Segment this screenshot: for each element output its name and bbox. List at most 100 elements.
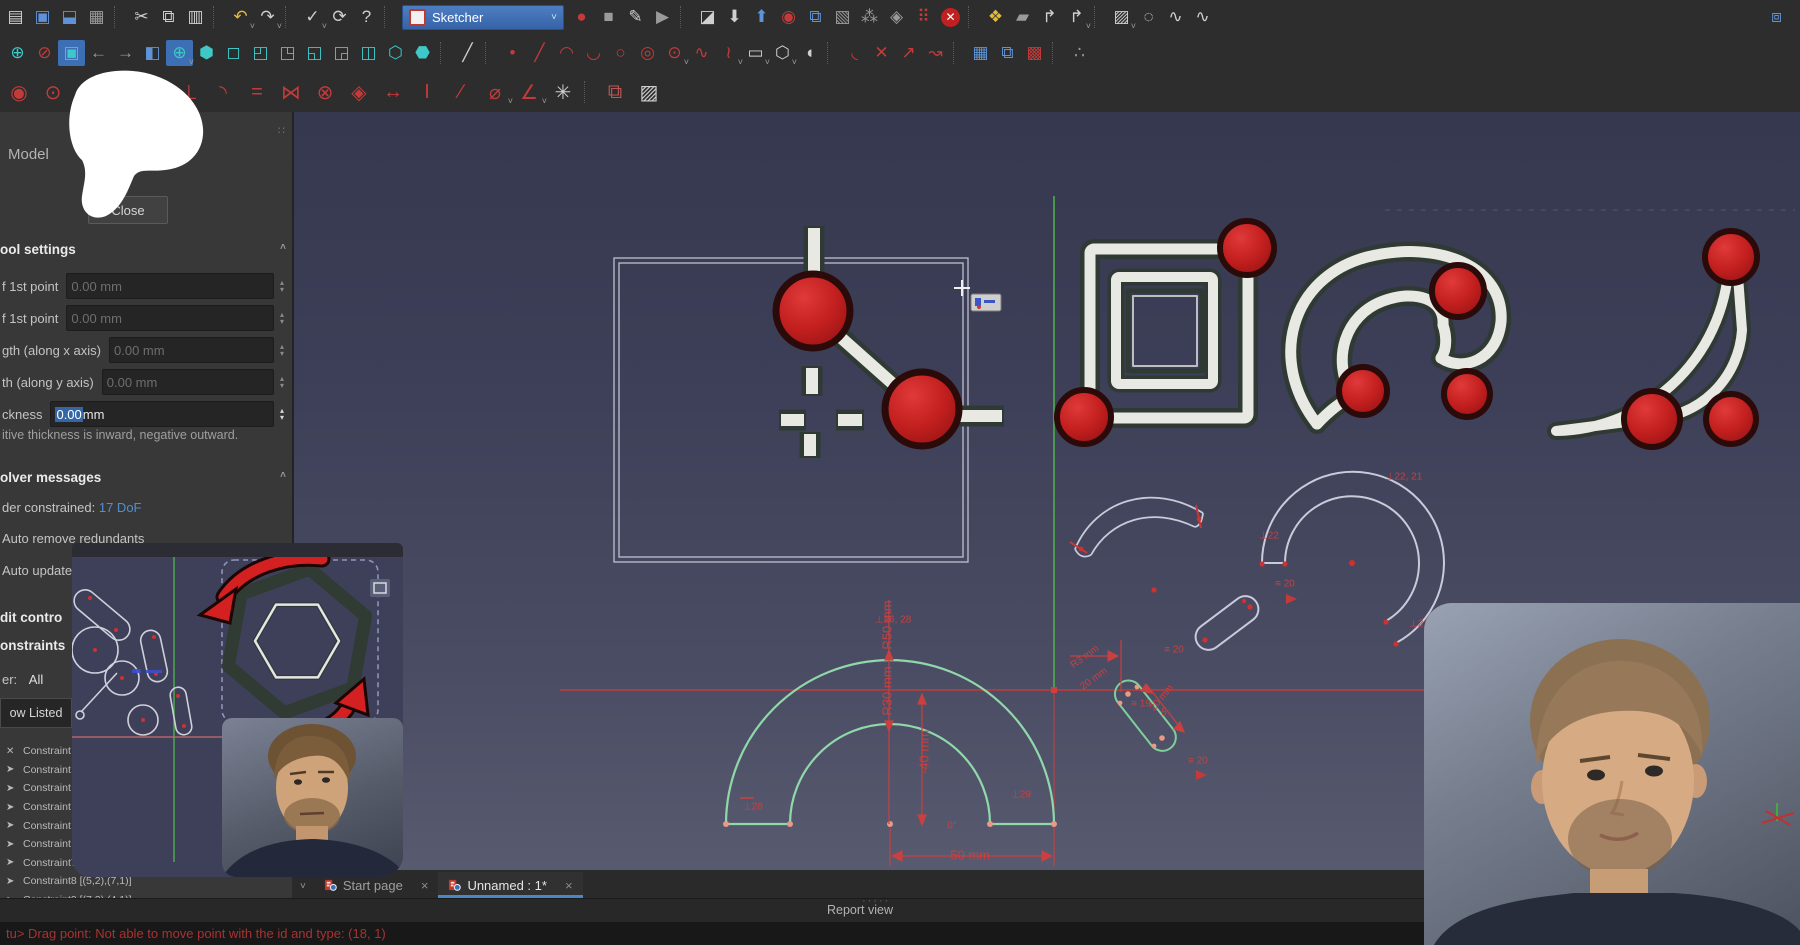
view-bottom-icon[interactable]: ◲ xyxy=(328,40,355,66)
zoom-in-icon[interactable]: ⊕ xyxy=(4,40,31,66)
constraint-equal-icon[interactable]: = xyxy=(240,79,274,105)
toggle-construction-icon[interactable]: ▨ xyxy=(632,79,666,105)
measure-icon[interactable]: ╱ xyxy=(454,40,481,66)
sketch-c-ring[interactable] xyxy=(1262,472,1444,643)
create-line-icon[interactable]: ╱ xyxy=(526,40,553,66)
toggle-driving-icon[interactable]: ⧉ xyxy=(598,79,632,105)
view-rear-icon[interactable]: ◱ xyxy=(301,40,328,66)
macro-record-icon[interactable]: ● xyxy=(568,4,595,30)
section-solver-messages[interactable]: olver messages ˄ xyxy=(0,470,286,485)
external-link-alt-icon[interactable]: ↱ xyxy=(1063,4,1090,30)
constraint-angle-icon[interactable]: ∠ xyxy=(512,79,546,105)
validate-sketch-icon[interactable]: ◉ xyxy=(775,4,802,30)
create-ellipse-icon[interactable]: ⊙ xyxy=(661,40,688,66)
value-input[interactable]: 0.00 mm xyxy=(66,305,274,331)
value-input[interactable]: 0.00 mm xyxy=(109,337,274,363)
cut-icon[interactable]: ✂ xyxy=(128,4,155,30)
fillet-icon[interactable]: ◟ xyxy=(841,40,868,66)
view-right-icon[interactable]: ◳ xyxy=(274,40,301,66)
copy-icon[interactable]: ⧉ xyxy=(155,4,182,30)
new-file-icon[interactable]: ▤ xyxy=(2,4,29,30)
spinner[interactable]: ▴▾ xyxy=(276,279,288,293)
constraint-block-icon[interactable]: ⊗ xyxy=(308,79,342,105)
split-icon[interactable]: ↝ xyxy=(922,40,949,66)
toggle-reference-icon[interactable]: ✳ xyxy=(546,79,580,105)
curve-decrease-icon[interactable]: ∿ xyxy=(1189,4,1216,30)
create-polyline-icon[interactable]: ∿ xyxy=(688,40,715,66)
spinner[interactable]: ▴▾ xyxy=(276,375,288,389)
workbench-selector[interactable]: Sketcher ˅ xyxy=(402,5,564,30)
view-axonometric2-icon[interactable]: ⬣ xyxy=(409,40,436,66)
create-circle-icon[interactable]: ○ xyxy=(607,40,634,66)
auto-update[interactable]: Auto update xyxy=(2,563,72,578)
carbon-copy-icon[interactable]: ⧉ xyxy=(994,40,1021,66)
open-file-icon[interactable]: ▣ xyxy=(29,4,56,30)
dimensions[interactable] xyxy=(740,600,1054,866)
create-rectangle-icon[interactable]: ▭ xyxy=(742,40,769,66)
create-slot-icon[interactable]: ◖ xyxy=(796,40,823,66)
refresh-icon[interactable]: ⟳ xyxy=(326,4,353,30)
tab-model[interactable]: Model xyxy=(8,146,49,163)
link-end-icon[interactable]: ⧈ xyxy=(1763,4,1790,30)
snap-circle-icon[interactable]: ◌ xyxy=(1135,4,1162,30)
sketch-points-red[interactable] xyxy=(1079,517,1399,647)
hatch-toggle-icon[interactable]: ▨ xyxy=(1108,4,1135,30)
view-axonometric-icon[interactable]: ⬡ xyxy=(382,40,409,66)
create-circle-3pt-icon[interactable]: ◎ xyxy=(634,40,661,66)
dof-link[interactable]: 17 DoF xyxy=(99,500,142,515)
constraint-hdistance-icon[interactable]: ↔ xyxy=(376,79,410,105)
curve-increase-icon[interactable]: ∿ xyxy=(1162,4,1189,30)
create-arc-3pt-icon[interactable]: ◡ xyxy=(580,40,607,66)
spinner[interactable]: ▴▾ xyxy=(276,343,288,357)
dock-handle-icon[interactable]: ∷ xyxy=(278,124,286,137)
dim-label[interactable]: 0° xyxy=(947,821,957,832)
section-tool-settings[interactable]: ool settings ˄ xyxy=(0,242,286,257)
macro-play-icon[interactable]: ▶ xyxy=(649,4,676,30)
sketch-grid-icon[interactable]: ⠿ xyxy=(910,4,937,30)
sketch-lock-icon[interactable]: ◈ xyxy=(883,4,910,30)
dim-label[interactable]: -40 mm xyxy=(917,730,932,774)
spinner[interactable]: ▴▾ xyxy=(276,407,288,421)
extend-icon[interactable]: ↗ xyxy=(895,40,922,66)
sketch-arc-slot[interactable] xyxy=(1075,498,1203,557)
document-tab[interactable]: Unnamed : 1* × xyxy=(438,872,582,898)
close-tab-icon[interactable]: × xyxy=(421,878,429,893)
undo-icon[interactable]: ↶ xyxy=(227,4,254,30)
clip-plane-icon[interactable]: ⊘ xyxy=(31,40,58,66)
value-input[interactable]: 0.00 mm xyxy=(102,369,274,395)
constraint-row[interactable]: ➤ Constraint9 [(7,2),(4,1)] xyxy=(0,891,292,898)
sketch-view-section-icon[interactable]: ▧ xyxy=(829,4,856,30)
spinner[interactable]: ▴▾ xyxy=(276,311,288,325)
thickness-input[interactable]: 0.00 mm xyxy=(50,401,274,427)
constraint-vdistance-icon[interactable]: I xyxy=(410,79,444,105)
redo-icon[interactable]: ↷ xyxy=(254,4,281,30)
constraint-distance-icon[interactable]: ∕ xyxy=(444,79,478,105)
construction-mode-icon[interactable]: ▩ xyxy=(1021,40,1048,66)
view-top-icon[interactable]: ◰ xyxy=(247,40,274,66)
trim-icon[interactable]: ✕ xyxy=(868,40,895,66)
macro-stop-icon[interactable]: ■ xyxy=(595,4,622,30)
create-polygon-icon[interactable]: ⬡ xyxy=(769,40,796,66)
chevron-down-icon[interactable]: ˅ xyxy=(300,881,306,892)
show-listed-button[interactable]: ow Listed xyxy=(0,698,72,728)
sketch-scatter-icon[interactable]: ⁂ xyxy=(856,4,883,30)
constraint-diameter-icon[interactable]: ⌀ xyxy=(478,79,512,105)
value-input[interactable]: 0.00 mm xyxy=(66,273,274,299)
create-bspline-icon[interactable]: ≀ xyxy=(715,40,742,66)
view-left-icon[interactable]: ◫ xyxy=(355,40,382,66)
whatsthis-icon[interactable]: ? xyxy=(353,4,380,30)
merge-sketches-icon[interactable]: ⧉ xyxy=(802,4,829,30)
dim-label[interactable]: R30 mm xyxy=(880,666,895,715)
chevron-down-icon[interactable]: ˅ xyxy=(551,12,557,23)
create-point-icon[interactable]: • xyxy=(499,40,526,66)
folder-icon[interactable]: ▰ xyxy=(1009,4,1036,30)
export-sketch-icon[interactable]: ⬆ xyxy=(748,4,775,30)
collapse-icon[interactable]: ˄ xyxy=(280,242,286,257)
create-arc-icon[interactable]: ◠ xyxy=(553,40,580,66)
sketch-straight-slot[interactable] xyxy=(1190,591,1263,655)
constraint-symmetric-icon[interactable]: ⋈ xyxy=(274,79,308,105)
external-link-icon[interactable]: ↱ xyxy=(1036,4,1063,30)
create-sketch-icon[interactable]: ◪ xyxy=(694,4,721,30)
attach-sketch-icon[interactable]: ⬇ xyxy=(721,4,748,30)
validate-icon[interactable]: ✓ xyxy=(299,4,326,30)
